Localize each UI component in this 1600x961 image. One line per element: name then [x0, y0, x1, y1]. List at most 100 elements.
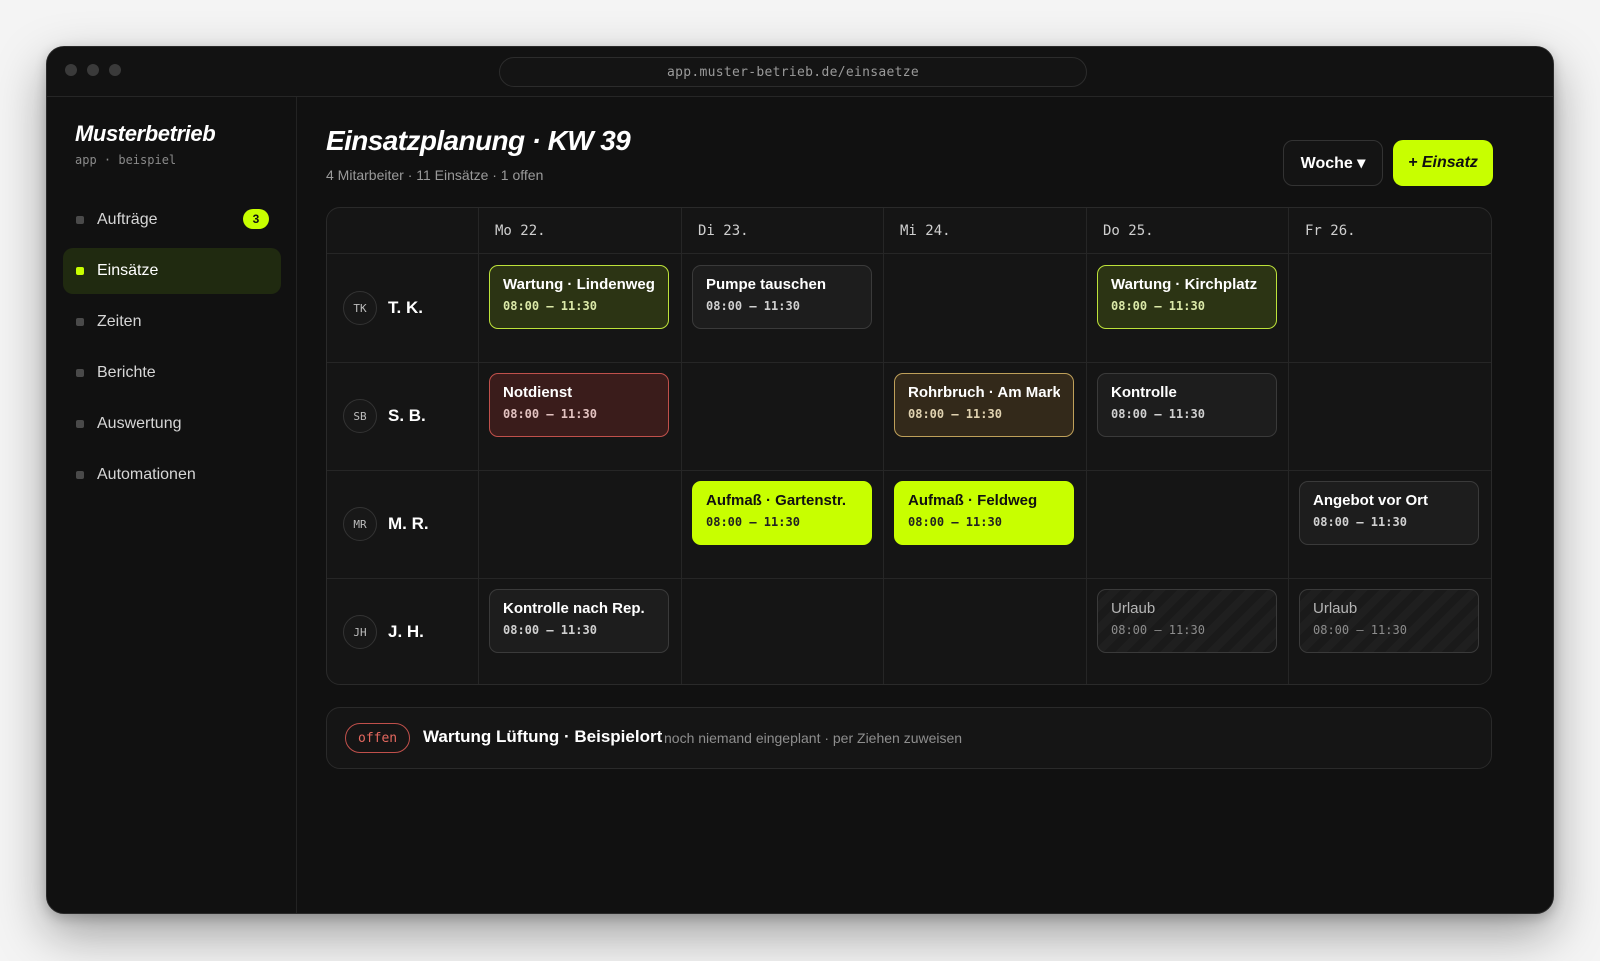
avatar: TK [343, 291, 377, 325]
status-badge: offen [345, 723, 411, 753]
unassigned-title: Wartung Lüftung · Beispielort [423, 727, 663, 746]
sidebar-item-berichte[interactable]: Berichte [63, 350, 281, 396]
assignment-title: Wartung · Kirchplatz [1111, 276, 1258, 293]
sidebar-item-label: Berichte [97, 364, 156, 381]
assignment-time: 08:00 – 11:30 [1313, 623, 1407, 637]
assignment-title: Kontrolle [1111, 384, 1177, 401]
maximize-dot-icon[interactable] [109, 64, 121, 76]
sidebar-item-auftraege[interactable]: Aufträge 3 [63, 197, 281, 243]
assignment-title: Urlaub [1111, 600, 1156, 617]
assignment-title: Notdienst [503, 384, 573, 401]
count-badge: 3 [243, 209, 269, 229]
close-dot-icon[interactable] [65, 64, 77, 76]
assignment-card[interactable]: Kontrolle 08:00 – 11:30 [1097, 373, 1277, 437]
day-header: Mo 22. [479, 208, 681, 254]
view-week-button[interactable]: Woche ▾ [1283, 140, 1383, 186]
assignment-title: Urlaub [1313, 600, 1358, 617]
grid-divider [681, 208, 682, 684]
person-name: J. H. [388, 622, 424, 641]
day-header: Fr 26. [1289, 208, 1491, 254]
assignment-card[interactable]: Angebot vor Ort 08:00 – 11:30 [1299, 481, 1479, 545]
assignment-card[interactable]: Aufmaß · Gartenstr. 08:00 – 11:30 [692, 481, 872, 545]
title-bar: app.muster-betrieb.de/einsaetze [47, 47, 1553, 97]
assignment-title: Kontrolle nach Rep. [503, 600, 645, 617]
assignment-time: 08:00 – 11:30 [503, 299, 597, 313]
grid-divider [1086, 208, 1087, 684]
page-title: Einsatzplanung · KW 39 [326, 125, 631, 156]
vacation-card[interactable]: Urlaub 08:00 – 11:30 [1097, 589, 1277, 653]
grid-divider [327, 470, 1491, 471]
sidebar-item-auswertung[interactable]: Auswertung [63, 401, 281, 447]
assignment-time: 08:00 – 11:30 [503, 623, 597, 637]
add-assignment-button[interactable]: + Einsatz [1393, 140, 1493, 186]
assignment-card[interactable]: Wartung · Kirchplatz 08:00 – 11:30 [1097, 265, 1277, 329]
assignment-time: 08:00 – 11:30 [908, 407, 1002, 421]
unassigned-note: noch niemand eingeplant · per Ziehen zuw… [664, 730, 963, 746]
vacation-card[interactable]: Urlaub 08:00 – 11:30 [1299, 589, 1479, 653]
grid-divider [478, 208, 479, 684]
sidebar-item-label: Auswertung [97, 415, 182, 432]
person-row-header: SB S. B. [343, 398, 426, 434]
assignment-time: 08:00 – 11:30 [503, 407, 597, 421]
corner-header [327, 208, 478, 254]
assignment-title: Aufmaß · Gartenstr. [706, 492, 847, 509]
sidebar-nav: Aufträge 3 Einsätze Zeiten Berichte Ausw… [63, 197, 281, 503]
assignment-card[interactable]: Notdienst 08:00 – 11:30 [489, 373, 669, 437]
bullet-icon [76, 216, 84, 224]
assignment-time: 08:00 – 11:30 [1111, 623, 1205, 637]
sidebar-item-label: Zeiten [97, 313, 142, 330]
schedule-grid: Mo 22. Di 23. Mi 24. Do 25. Fr 26. TK T.… [326, 207, 1492, 685]
person-row-header: MR M. R. [343, 506, 429, 542]
assignment-time: 08:00 – 11:30 [1111, 407, 1205, 421]
sidebar-item-einsaetze[interactable]: Einsätze [63, 248, 281, 294]
app-window: app.muster-betrieb.de/einsaetze Musterbe… [46, 46, 1554, 914]
sidebar-item-label: Automationen [97, 466, 196, 483]
assignment-time: 08:00 – 11:30 [1111, 299, 1205, 313]
avatar: JH [343, 615, 377, 649]
assignment-card[interactable]: Wartung · Lindenweg 08:00 – 11:30 [489, 265, 669, 329]
person-row-header: JH J. H. [343, 614, 424, 650]
avatar: MR [343, 507, 377, 541]
grid-divider [327, 362, 1491, 363]
sidebar-item-automationen[interactable]: Automationen [63, 452, 281, 498]
main-content: Einsatzplanung · KW 39 4 Mitarbeiter · 1… [298, 97, 1553, 913]
grid-divider [1288, 208, 1289, 684]
unassigned-item[interactable]: offen Wartung Lüftung · Beispielort noch… [326, 707, 1492, 769]
person-name: T. K. [388, 298, 423, 317]
assignment-card[interactable]: Rohrbruch · Am Markt 08:00 – 11:30 [894, 373, 1074, 437]
assignment-title: Wartung · Lindenweg [503, 276, 655, 293]
assignment-card[interactable]: Pumpe tauschen 08:00 – 11:30 [692, 265, 872, 329]
sidebar: Musterbetrieb app · beispiel Aufträge 3 … [47, 97, 297, 913]
assignment-title: Pumpe tauschen [706, 276, 827, 293]
person-name: M. R. [388, 514, 429, 533]
assignment-time: 08:00 – 11:30 [908, 515, 1002, 529]
assignment-card[interactable]: Kontrolle nach Rep. 08:00 – 11:30 [489, 589, 669, 653]
avatar: SB [343, 399, 377, 433]
address-bar[interactable]: app.muster-betrieb.de/einsaetze [499, 57, 1087, 87]
brand-subtitle: app · beispiel [75, 153, 177, 167]
bullet-icon [76, 420, 84, 428]
minimize-dot-icon[interactable] [87, 64, 99, 76]
assignment-title: Angebot vor Ort [1313, 492, 1428, 509]
assignment-title: Rohrbruch · Am Markt [908, 384, 1060, 401]
bullet-icon [76, 369, 84, 377]
sidebar-item-label: Aufträge [97, 211, 158, 228]
grid-divider [883, 208, 884, 684]
day-header: Di 23. [682, 208, 883, 254]
assignment-time: 08:00 – 11:30 [1313, 515, 1407, 529]
bullet-icon [76, 471, 84, 479]
bullet-icon [76, 318, 84, 326]
person-row-header: TK T. K. [343, 290, 423, 326]
assignment-card[interactable]: Aufmaß · Feldweg 08:00 – 11:30 [894, 481, 1074, 545]
day-header: Mi 24. [884, 208, 1086, 254]
assignment-time: 08:00 – 11:30 [706, 299, 800, 313]
window-controls [65, 64, 121, 76]
assignment-title: Aufmaß · Feldweg [908, 492, 1038, 509]
assignment-time: 08:00 – 11:30 [706, 515, 800, 529]
sidebar-item-zeiten[interactable]: Zeiten [63, 299, 281, 345]
sidebar-item-label: Einsätze [97, 262, 159, 279]
page-subtitle: 4 Mitarbeiter · 11 Einsätze · 1 offen [326, 167, 544, 183]
bullet-icon [76, 267, 84, 275]
brand-title: Musterbetrieb [75, 121, 216, 146]
day-header: Do 25. [1087, 208, 1288, 254]
